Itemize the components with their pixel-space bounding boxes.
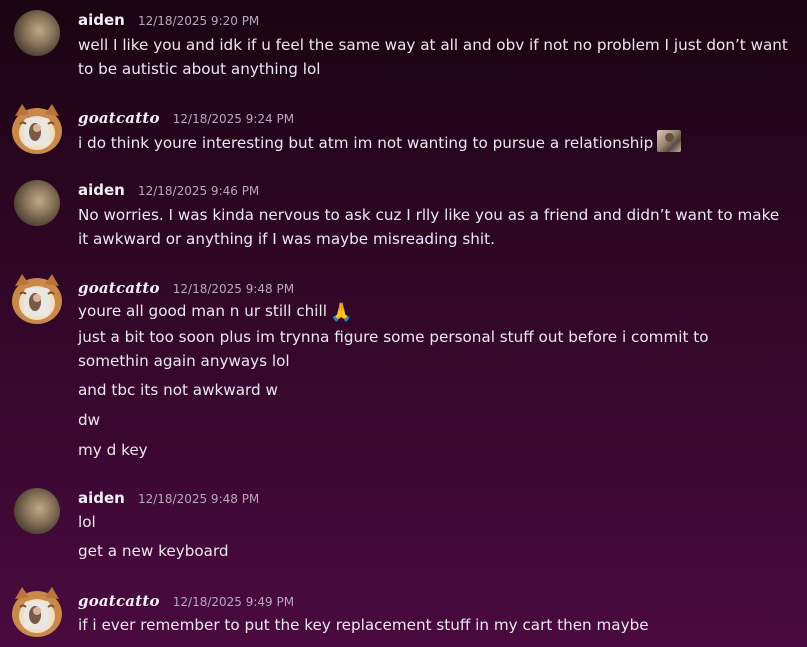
username[interactable]: aiden xyxy=(78,489,125,507)
username[interactable]: aiden xyxy=(78,11,125,29)
cat-avatar-icon xyxy=(12,274,62,324)
avatar[interactable] xyxy=(14,180,60,226)
message-text-row: youre all good man n ur still chill 🙏 xyxy=(78,300,352,324)
message-header: aiden 12/18/2025 9:48 PM xyxy=(78,488,259,508)
username[interactable]: goatcatto xyxy=(78,109,160,127)
message-header: aiden 12/18/2025 9:20 PM xyxy=(78,10,259,30)
avatar[interactable] xyxy=(10,585,64,637)
message-text: get a new keyboard xyxy=(78,542,229,560)
username[interactable]: aiden xyxy=(78,181,125,199)
avatar[interactable] xyxy=(10,272,64,324)
message-header: goatcatto 12/18/2025 9:24 PM xyxy=(78,108,294,128)
chat-message-list: aiden 12/18/2025 9:20 PM well I like you… xyxy=(0,0,807,647)
avatar[interactable] xyxy=(14,488,60,534)
message-text-row: i do think youre interesting but atm im … xyxy=(78,130,682,154)
message-text: lol xyxy=(78,513,96,531)
username[interactable]: goatcatto xyxy=(78,592,160,610)
timestamp[interactable]: 12/18/2025 9:48 PM xyxy=(173,282,294,296)
message-text: somethin again anyways lol xyxy=(78,352,290,370)
message-text: and tbc its not awkward w xyxy=(78,381,278,399)
timestamp[interactable]: 12/18/2025 9:49 PM xyxy=(173,595,294,609)
message-text: i do think youre interesting but atm im … xyxy=(78,134,654,152)
message-header: aiden 12/18/2025 9:46 PM xyxy=(78,180,259,200)
cat-avatar-icon xyxy=(12,104,62,154)
message-text: my d key xyxy=(78,441,148,459)
username[interactable]: goatcatto xyxy=(78,279,160,297)
message-text: if i ever remember to put the key replac… xyxy=(78,616,649,634)
message-text: to be autistic about anything lol xyxy=(78,60,321,78)
message-text: just a bit too soon plus im trynna figur… xyxy=(78,328,709,346)
timestamp[interactable]: 12/18/2025 9:48 PM xyxy=(138,492,259,506)
timestamp[interactable]: 12/18/2025 9:20 PM xyxy=(138,14,259,28)
message-text: well I like you and idk if u feel the sa… xyxy=(78,36,788,54)
photo-emoji-icon[interactable] xyxy=(657,130,682,152)
timestamp[interactable]: 12/18/2025 9:24 PM xyxy=(173,112,294,126)
message-text: No worries. I was kinda nervous to ask c… xyxy=(78,206,780,224)
praying-hands-icon[interactable]: 🙏 xyxy=(330,302,352,324)
avatar[interactable] xyxy=(10,102,64,154)
message-header: goatcatto 12/18/2025 9:49 PM xyxy=(78,591,294,611)
message-text: dw xyxy=(78,411,101,429)
avatar[interactable] xyxy=(14,10,60,56)
message-header: goatcatto 12/18/2025 9:48 PM xyxy=(78,278,294,298)
cat-avatar-icon xyxy=(12,587,62,637)
message-text: youre all good man n ur still chill xyxy=(78,302,327,320)
message-text: it awkward or anything if I was maybe mi… xyxy=(78,230,495,248)
timestamp[interactable]: 12/18/2025 9:46 PM xyxy=(138,184,259,198)
